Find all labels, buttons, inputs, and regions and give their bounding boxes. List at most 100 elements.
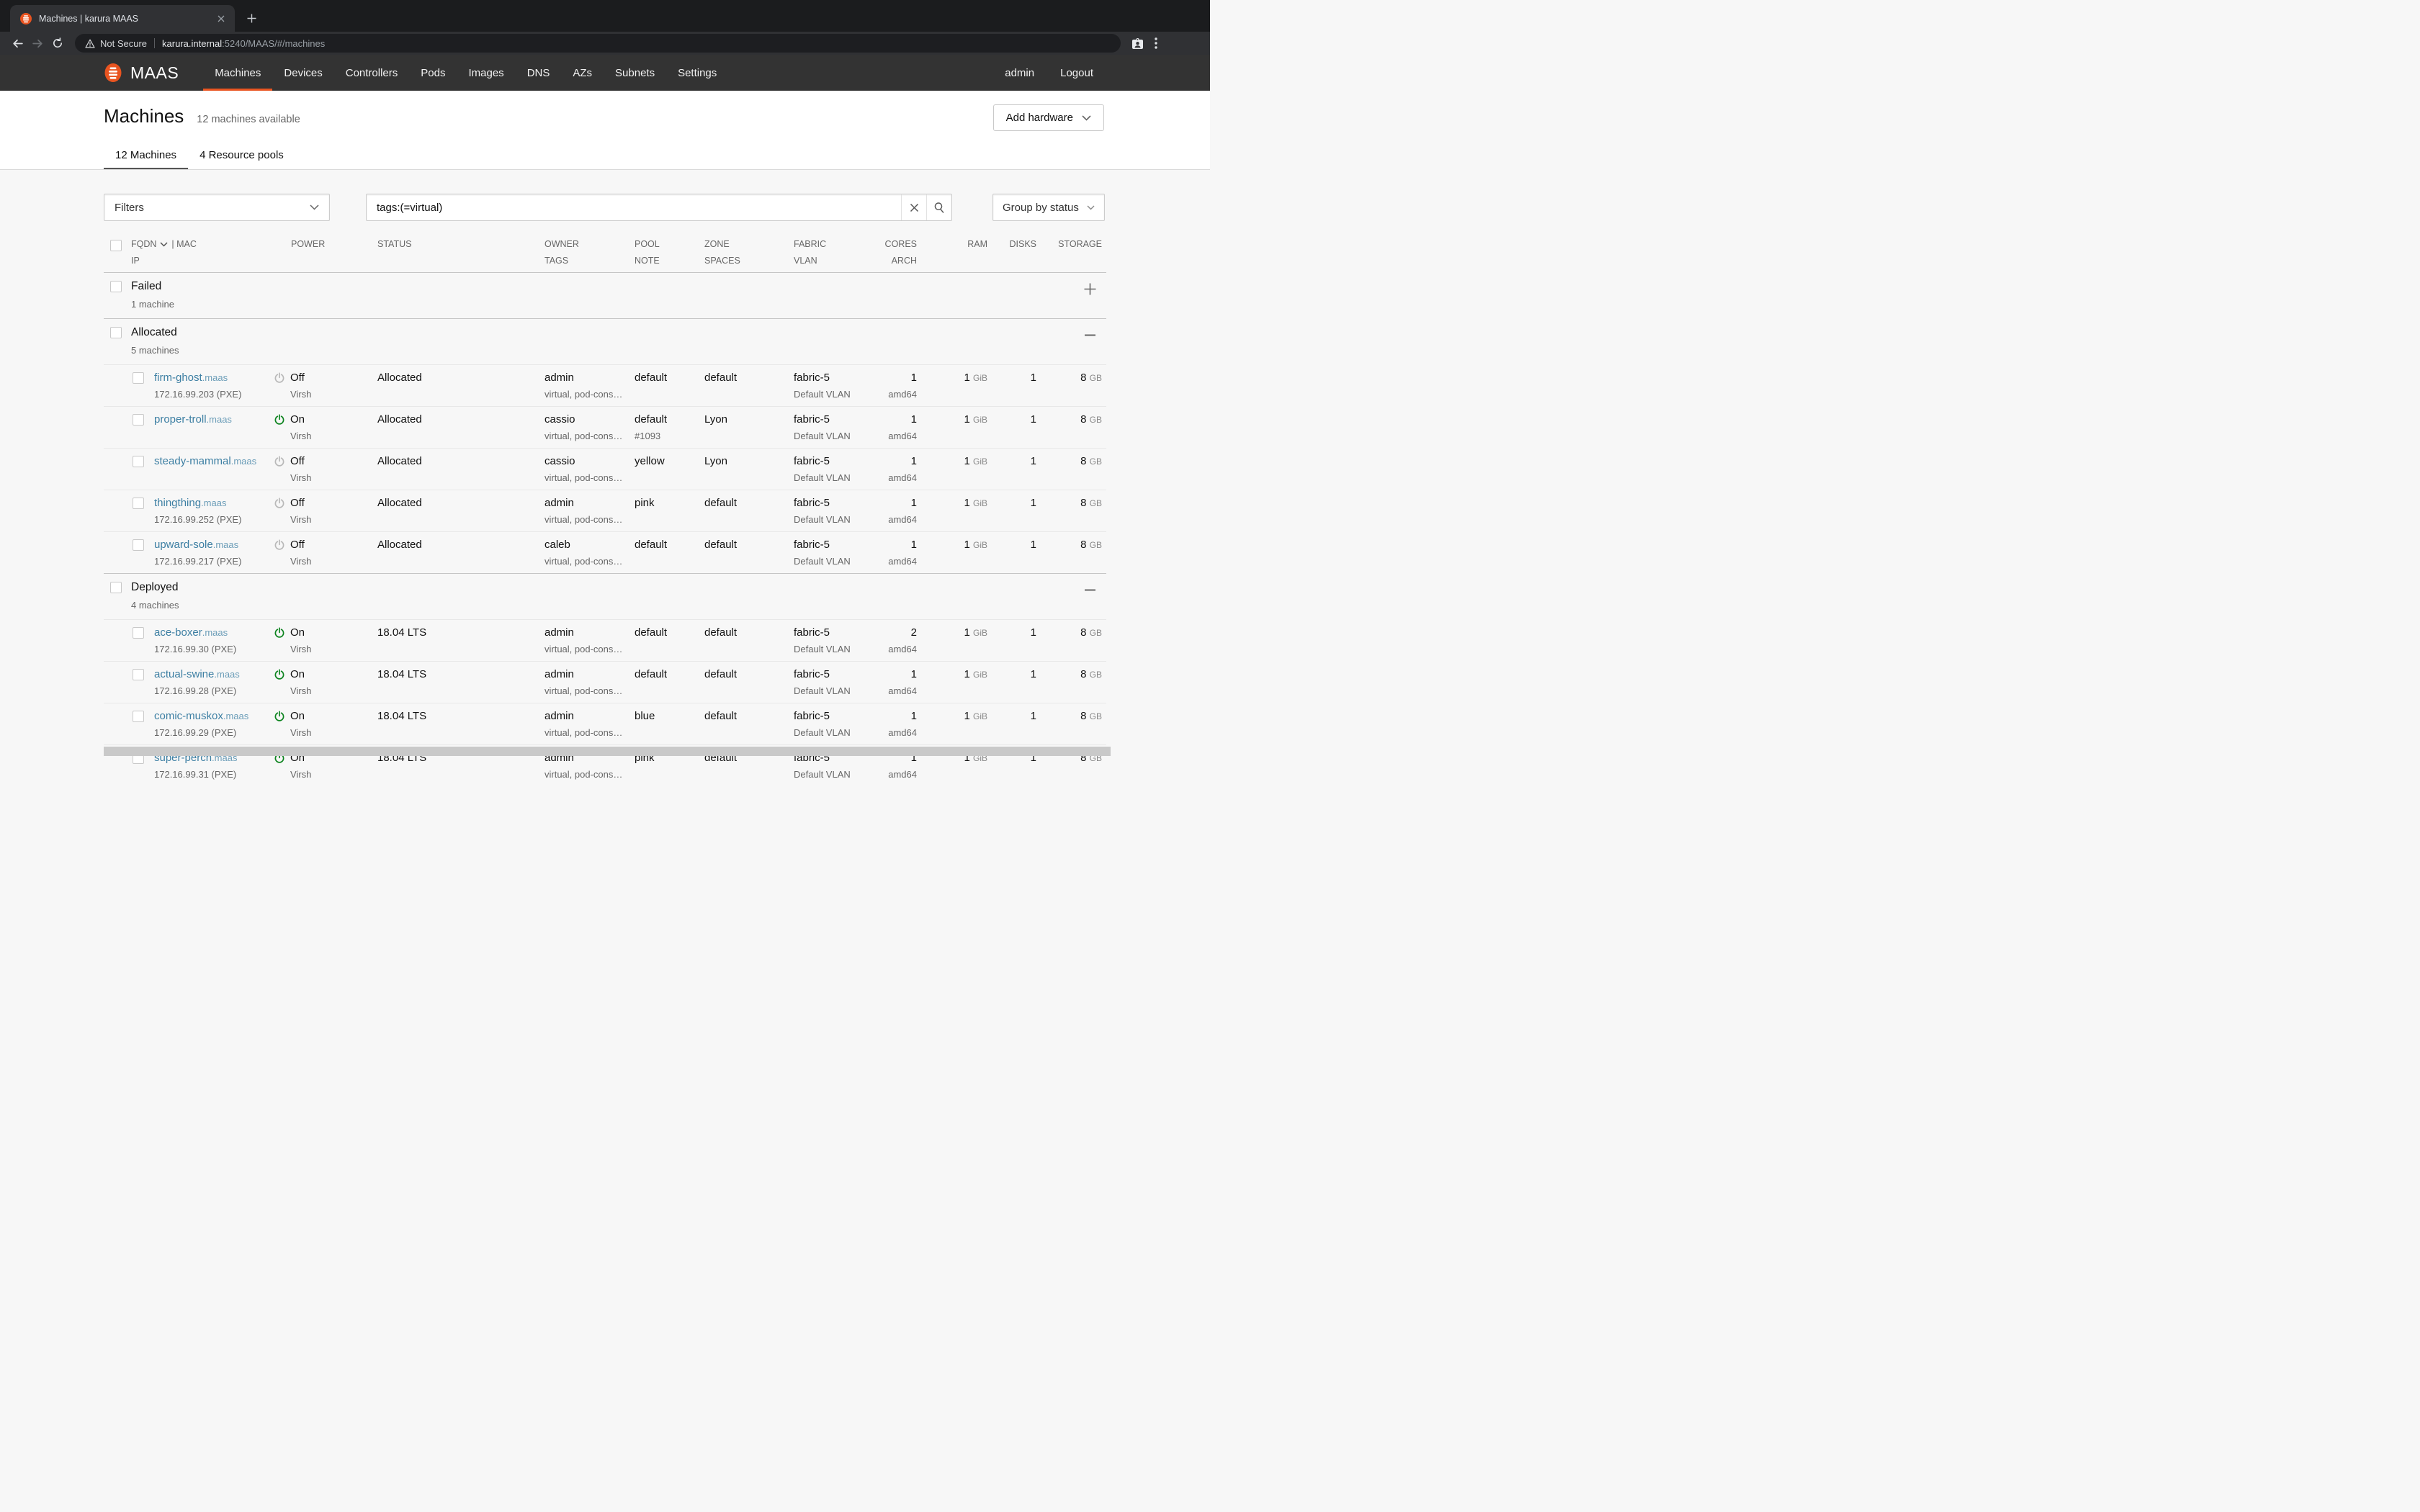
machine-zone: default	[704, 626, 738, 639]
machine-disks: 1	[1030, 710, 1036, 722]
column-status: STATUS	[377, 239, 412, 249]
group-select-checkbox[interactable]	[110, 281, 122, 292]
machine-pool: blue	[635, 710, 655, 722]
collapse-group-icon[interactable]	[1083, 328, 1097, 357]
nav-item-images[interactable]: Images	[457, 55, 515, 91]
collapse-group-icon[interactable]	[1083, 583, 1097, 612]
machine-select-checkbox[interactable]	[133, 711, 144, 722]
machine-vlan: Default VLAN	[794, 644, 851, 654]
machine-vlan: Default VLAN	[794, 556, 851, 567]
nav-item-devices[interactable]: Devices	[272, 55, 333, 91]
power-type: Virsh	[290, 685, 312, 696]
machine-select-checkbox[interactable]	[133, 669, 144, 680]
add-hardware-button[interactable]: Add hardware	[992, 104, 1104, 131]
page-title: Machines	[104, 105, 184, 127]
group-select-checkbox[interactable]	[110, 582, 122, 593]
nav-item-dns[interactable]: DNS	[516, 55, 562, 91]
machine-status: 18.04 LTS	[377, 668, 427, 680]
machine-storage-unit: GB	[1089, 628, 1102, 638]
group-machine-count: 1 machine	[131, 299, 174, 310]
power-icon	[274, 627, 284, 638]
machine-storage-unit: GB	[1089, 373, 1102, 383]
machine-storage: 8	[1080, 668, 1087, 680]
nav-item-azs[interactable]: AZs	[561, 55, 604, 91]
expand-group-icon[interactable]	[1083, 282, 1097, 311]
machine-ip: 172.16.99.30 (PXE)	[154, 644, 237, 654]
select-all-checkbox[interactable]	[110, 240, 122, 251]
machine-arch: amd64	[888, 556, 917, 567]
close-tab-icon[interactable]	[215, 12, 228, 25]
machine-vlan: Default VLAN	[794, 769, 851, 780]
chevron-down-icon	[310, 204, 319, 210]
machine-status: Allocated	[377, 497, 422, 509]
power-state: On	[290, 668, 305, 680]
machine-select-checkbox[interactable]	[133, 456, 144, 467]
machine-name-link[interactable]: upward-sole.maas	[154, 539, 238, 551]
nav-item-machines[interactable]: Machines	[203, 55, 272, 91]
machine-name-link[interactable]: thingthing.maas	[154, 497, 226, 509]
nav-item-pods[interactable]: Pods	[409, 55, 457, 91]
brand-name: MAAS	[130, 63, 179, 82]
machine-cores: 1	[910, 413, 917, 426]
nav-user-admin[interactable]: admin	[992, 55, 1047, 91]
search-input[interactable]	[367, 194, 901, 220]
machine-storage-unit: GB	[1089, 670, 1102, 680]
machine-name-link[interactable]: steady-mammal.maas	[154, 455, 256, 467]
browser-tab[interactable]: Machines | karura MAAS	[10, 5, 235, 32]
tab-4-resource-pools[interactable]: 4 Resource pools	[188, 149, 295, 170]
machine-name-link[interactable]: comic-muskox.maas	[154, 710, 248, 722]
url-bar[interactable]: Not Secure karura.internal :5240/MAAS/#/…	[75, 34, 1121, 53]
machine-ip: 172.16.99.203 (PXE)	[154, 389, 242, 400]
tab-12-machines[interactable]: 12 Machines	[104, 149, 188, 170]
column-power: POWER	[291, 239, 326, 249]
group-by-dropdown[interactable]: Group by status	[992, 194, 1105, 221]
machine-tags: virtual, pod-cons…	[544, 389, 623, 400]
machine-select-checkbox[interactable]	[133, 372, 144, 384]
clear-search-icon[interactable]	[901, 194, 926, 220]
machine-name-link[interactable]: ace-boxer.maas	[154, 626, 228, 639]
machine-group-row: Allocated 5 machines	[104, 318, 1106, 364]
machine-ram: 1	[964, 497, 970, 509]
filters-dropdown[interactable]: Filters	[104, 194, 330, 221]
machine-select-checkbox[interactable]	[133, 627, 144, 639]
column-fqdn[interactable]: FQDN	[131, 238, 156, 250]
profile-badge-icon[interactable]	[1131, 37, 1144, 50]
machine-owner: cassio	[544, 413, 575, 426]
browser-menu-icon[interactable]	[1155, 37, 1157, 49]
machine-pool: default	[635, 668, 668, 680]
machine-ram: 1	[964, 455, 970, 467]
machine-name-link[interactable]: firm-ghost.maas	[154, 372, 228, 384]
new-tab-button[interactable]	[241, 7, 262, 29]
machine-arch: amd64	[888, 727, 917, 738]
machines-available-count: 12 machines available	[197, 114, 300, 125]
machine-table-body: Failed 1 machine Allocated 5 machines firm-g…	[104, 272, 1106, 786]
machine-name-link[interactable]: actual-swine.maas	[154, 668, 240, 680]
nav-logout[interactable]: Logout	[1047, 55, 1106, 91]
machine-ram-unit: GiB	[972, 628, 987, 638]
machine-name-link[interactable]: proper-troll.maas	[154, 413, 232, 426]
machine-select-checkbox[interactable]	[133, 498, 144, 509]
back-icon[interactable]	[7, 34, 27, 53]
machines-table: FQDN | MAC IP POWER STATUS OWNER TAGS POO…	[104, 231, 1106, 786]
chevron-down-icon	[1087, 205, 1095, 210]
machine-select-checkbox[interactable]	[133, 414, 144, 426]
machine-select-checkbox[interactable]	[133, 539, 144, 551]
add-hardware-label: Add hardware	[1005, 112, 1073, 124]
machine-zone: default	[704, 497, 738, 509]
forward-icon[interactable]	[27, 34, 48, 53]
nav-item-controllers[interactable]: Controllers	[334, 55, 410, 91]
machine-fabric: fabric-5	[794, 455, 830, 467]
group-name: Failed	[131, 280, 162, 292]
machine-ram: 1	[964, 372, 970, 384]
browser-tab-title: Machines | karura MAAS	[39, 13, 139, 24]
group-select-checkbox[interactable]	[110, 327, 122, 338]
machine-status: Allocated	[377, 372, 422, 384]
reload-icon[interactable]	[48, 34, 68, 53]
maas-logo[interactable]: MAAS	[104, 55, 179, 91]
nav-item-settings[interactable]: Settings	[666, 55, 728, 91]
machine-row: steady-mammal.maas Off Virsh Allocated cassi…	[104, 448, 1106, 490]
column-arch: ARCH	[891, 256, 917, 266]
search-icon[interactable]	[926, 194, 951, 220]
nav-item-subnets[interactable]: Subnets	[604, 55, 666, 91]
machine-tags: virtual, pod-cons…	[544, 727, 623, 738]
